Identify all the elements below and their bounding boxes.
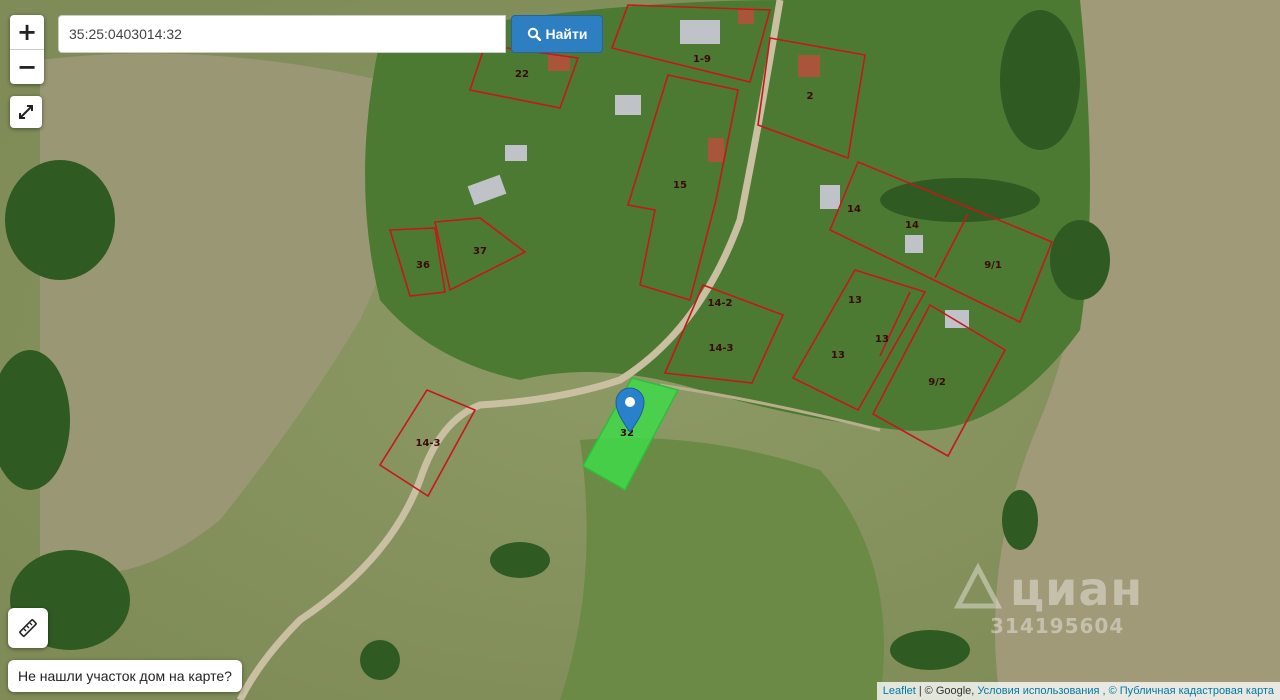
plot-label: 37 [473, 246, 487, 257]
cadastral-map-link[interactable]: , © Публичная кадастровая карта [1102, 685, 1274, 697]
plot-label: 1-9 [693, 54, 711, 65]
plot-label: 15 [673, 180, 687, 191]
expand-arrows-icon [19, 105, 33, 119]
leaflet-link[interactable]: Leaflet [883, 685, 916, 697]
plot-label: 22 [515, 69, 529, 80]
zoom-out-button[interactable]: − [10, 49, 44, 84]
ruler-icon [19, 619, 37, 637]
fullscreen-button[interactable] [10, 96, 42, 128]
plot-label: 9/2 [928, 377, 946, 388]
plot-label: 14 [847, 204, 861, 215]
not-found-plot-button[interactable]: Не нашли участок дом на карте? [8, 660, 242, 692]
zoom-control: + − [10, 15, 44, 84]
cian-logo-icon [953, 562, 1003, 609]
plot-label: 13 [831, 350, 845, 361]
plot-label: 9/1 [984, 260, 1002, 271]
plot-label: 13 [848, 295, 862, 306]
plot-label: 13 [875, 334, 889, 345]
plot-label: 14-3 [415, 438, 440, 449]
google-attribution: © Google, [924, 685, 975, 697]
attribution-separator: | [918, 685, 922, 697]
ruler-button[interactable] [8, 608, 48, 648]
watermark-brand: циан [1010, 562, 1144, 616]
zoom-in-button[interactable]: + [10, 15, 44, 49]
plot-label: 2 [807, 91, 814, 102]
cadastral-search-input[interactable] [58, 15, 506, 53]
terms-link[interactable]: Условия использования [977, 685, 1099, 697]
search-button[interactable]: Найти [511, 15, 603, 53]
plot-label: 14-2 [707, 298, 732, 309]
search-icon [527, 27, 541, 41]
plot-label: 36 [416, 260, 430, 271]
watermark-listing-id: 314195604 [990, 614, 1125, 638]
plot-label: 14 [905, 220, 919, 231]
plot-label: 14-3 [708, 343, 733, 354]
search-button-label: Найти [545, 26, 588, 42]
map-attribution: Leaflet | © Google, Условия использовани… [876, 682, 1280, 700]
